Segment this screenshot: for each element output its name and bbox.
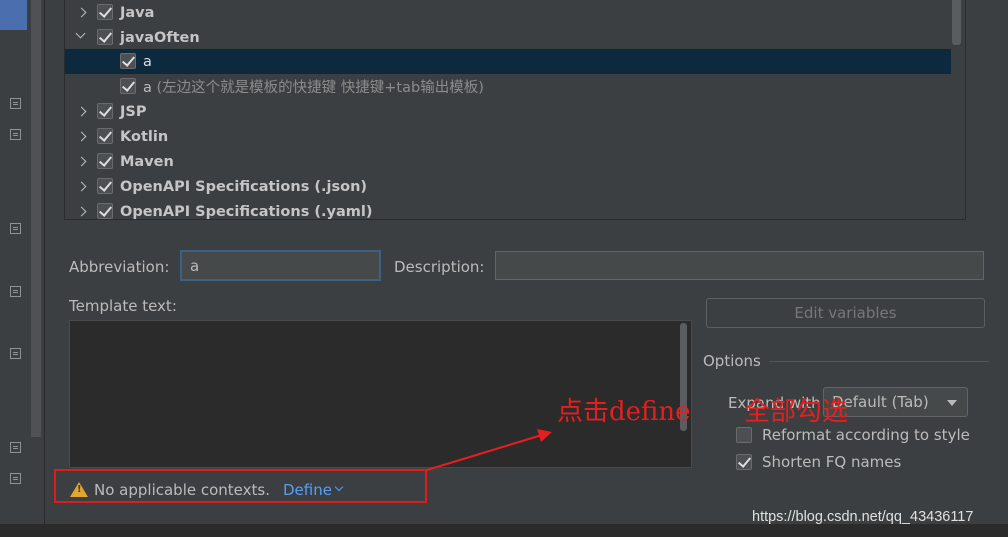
chevron-right-icon[interactable] [76,131,88,143]
checkbox[interactable] [120,78,136,94]
tree-row-label: OpenAPI Specifications (.yaml) [120,203,373,220]
tree-row-label: a [143,53,152,70]
tree-row-java[interactable]: Java [65,0,951,25]
template-group-icon [10,129,21,140]
tree-row-openapi-yaml[interactable]: OpenAPI Specifications (.yaml) [65,199,951,220]
chevron-right-icon[interactable] [76,106,88,118]
tree-row-jsp[interactable]: JSP [65,99,951,124]
shorten-fq-checkbox[interactable] [736,454,752,470]
chevron-right-icon[interactable] [76,181,88,193]
tree-row-label: Java [120,4,155,21]
chevron-right-icon[interactable] [76,156,88,168]
template-group-icon [10,348,21,359]
tree-row-kotlin[interactable]: Kotlin [65,124,951,149]
options-title: Options [703,352,761,370]
shorten-fq-label: Shorten FQ names [762,453,902,471]
annotation-select-all: 全部勾选 [744,397,849,427]
tree-row-label: OpenAPI Specifications (.json) [120,178,368,195]
chevron-right-icon[interactable] [76,7,88,19]
abbreviation-input[interactable]: a [180,250,381,281]
description-input[interactable] [495,251,984,280]
template-text-label: Template text: [69,297,177,315]
checkbox[interactable] [97,29,113,45]
divider [769,361,989,362]
left-panel-strip [0,0,44,537]
define-link[interactable]: Define [283,481,332,499]
no-contexts-warning: No applicable contexts. [94,481,270,499]
tree-row-label: Maven [120,153,174,170]
warning-icon [70,482,88,497]
watermark: https://blog.csdn.net/qq_43436117 [752,509,974,525]
template-group-icon [10,286,21,297]
checkbox[interactable] [97,153,113,169]
tree-row-label: javaOften [120,29,200,46]
reformat-checkbox[interactable] [736,427,752,443]
checkbox[interactable] [120,53,136,69]
chevron-right-icon[interactable] [76,206,88,218]
description-label: Description: [394,258,485,276]
left-scrollbar[interactable] [31,0,41,437]
checkbox[interactable] [97,103,113,119]
checkbox[interactable] [97,178,113,194]
left-selected-item[interactable] [0,0,27,30]
tree-row-label: JSP [120,103,147,120]
tree-row-maven[interactable]: Maven [65,149,951,174]
checkbox[interactable] [97,203,113,219]
tree-row-description: (左边这个就是模板的快捷键 快捷键+tab输出模板) [151,80,484,96]
tree-row-javaoften[interactable]: javaOften [65,25,951,50]
reformat-label: Reformat according to style [762,426,970,444]
tree-row-label: Kotlin [120,128,169,145]
tree-row-label: a [143,80,152,96]
template-group-icon [10,442,21,453]
divider [44,0,45,537]
checkbox[interactable] [97,128,113,144]
checkbox[interactable] [97,4,113,20]
edit-variables-button[interactable]: Edit variables [706,298,985,328]
template-group-icon [10,223,21,234]
tree-row-openapi-json[interactable]: OpenAPI Specifications (.json) [65,174,951,199]
live-templates-tree: Java javaOften a a (左边这个就是模板的快捷键 快捷键+tab… [64,0,966,220]
annotation-click-define: 点击define [557,397,691,427]
dropdown-caret-icon [947,400,957,406]
tree-scrollbar[interactable] [952,0,961,45]
bottom-bar [0,524,1008,537]
tree-row-template-a-selected[interactable]: a [65,49,951,74]
abbreviation-label: Abbreviation: [69,258,170,276]
template-group-icon [10,473,21,484]
annotation-arrow [426,429,552,471]
tree-row-template-a[interactable]: a (左边这个就是模板的快捷键 快捷键+tab输出模板) [65,74,951,99]
chevron-down-icon[interactable] [75,30,87,42]
template-group-icon [10,98,21,109]
